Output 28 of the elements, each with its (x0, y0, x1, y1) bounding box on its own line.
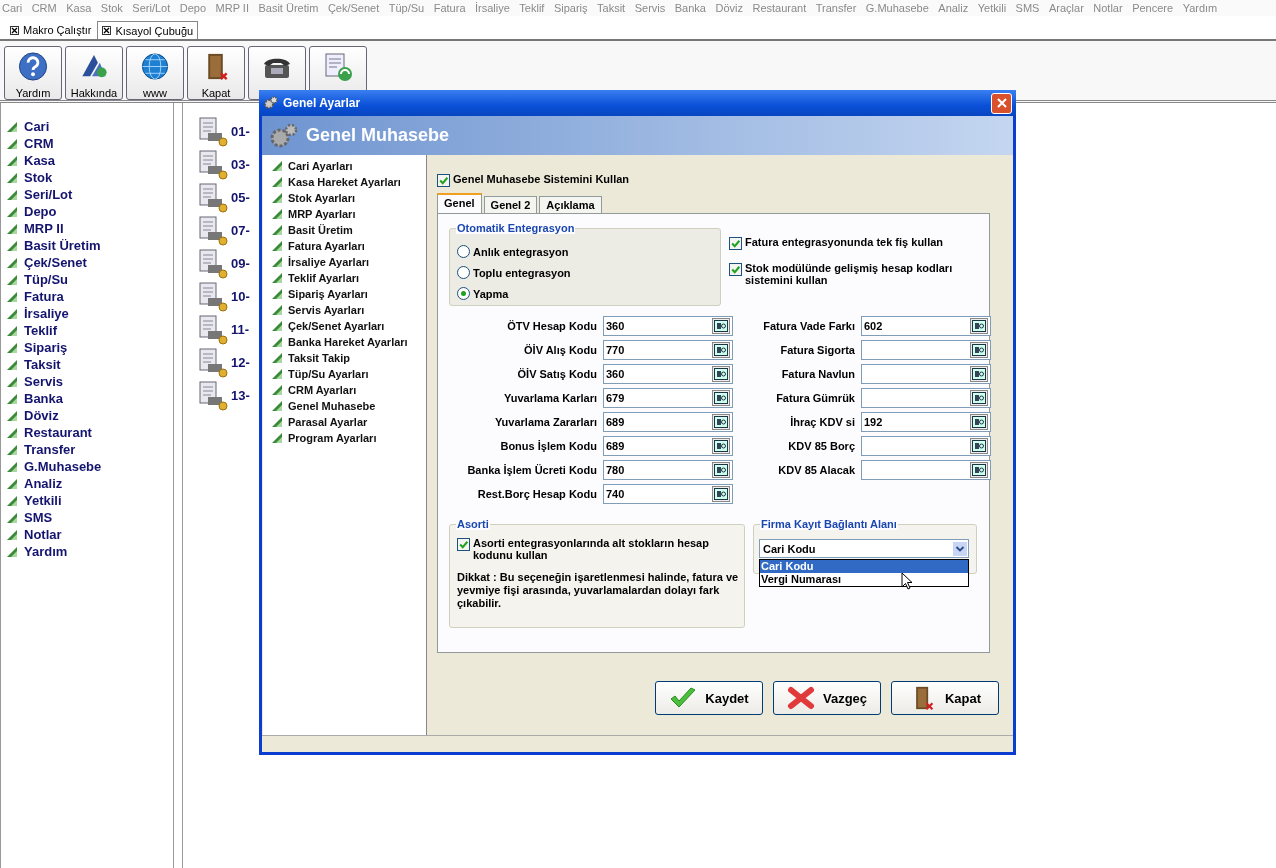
radio-label: Anlık entegrasyon (473, 245, 569, 258)
radio-label: Toplu entegrasyon (473, 266, 571, 279)
field-label: Fatura Vade Farkı (762, 320, 855, 332)
field-label: Fatura Sigorta (779, 344, 855, 356)
field-label: Fatura Navlun (780, 368, 855, 380)
field-label: Yuvarlama Karları (503, 392, 597, 404)
section-heading: Genel Muhasebe (306, 125, 450, 146)
field-label: Rest.Borç Hesap Kodu (476, 488, 597, 500)
field-label: Fatura Gümrük (775, 392, 855, 404)
group-title: Asorti (456, 518, 490, 530)
checkbox-label: Fatura entegrasyonunda tek fiş kullan (745, 236, 944, 248)
field-label: ÖTV Hesap Kodu (506, 320, 597, 332)
warning-text: Dikkat : Bu seçeneğin işaretlenmesi halinde, fatura ve yevmiye fişi arasında, yuvarlamalardan dolayı fark çıkabilir. (457, 571, 740, 610)
field-label: KDV 85 Alacak (777, 464, 855, 476)
group-title: Otomatik Entegrasyon (456, 222, 576, 234)
window-title: Genel Ayarlar (283, 96, 362, 110)
group-title: Firma Kayıt Bağlantı Alanı (760, 518, 898, 530)
field-label: İhraç KDV si (789, 416, 855, 428)
checkbox-label: Stok modülünde gelişmiş hesap kodları sistemini kullan (745, 262, 954, 286)
checkbox-label: Asorti entegrasyonlarında alt stokların hesap kodunu kullan (473, 537, 710, 561)
field-label: ÖİV Satış Kodu (516, 368, 597, 380)
field-label: Banka İşlem Ücreti Kodu (466, 464, 597, 476)
radio-label: Yapma (473, 287, 509, 300)
field-label: ÖİV Alış Kodu (523, 344, 597, 356)
checkbox-label: Genel Muhasebe Sistemini Kullan (453, 173, 630, 185)
field-label: KDV 85 Borç (787, 440, 855, 452)
field-label: Yuvarlama Zararları (493, 416, 597, 428)
field-label: Bonus İşlem Kodu (499, 440, 597, 452)
